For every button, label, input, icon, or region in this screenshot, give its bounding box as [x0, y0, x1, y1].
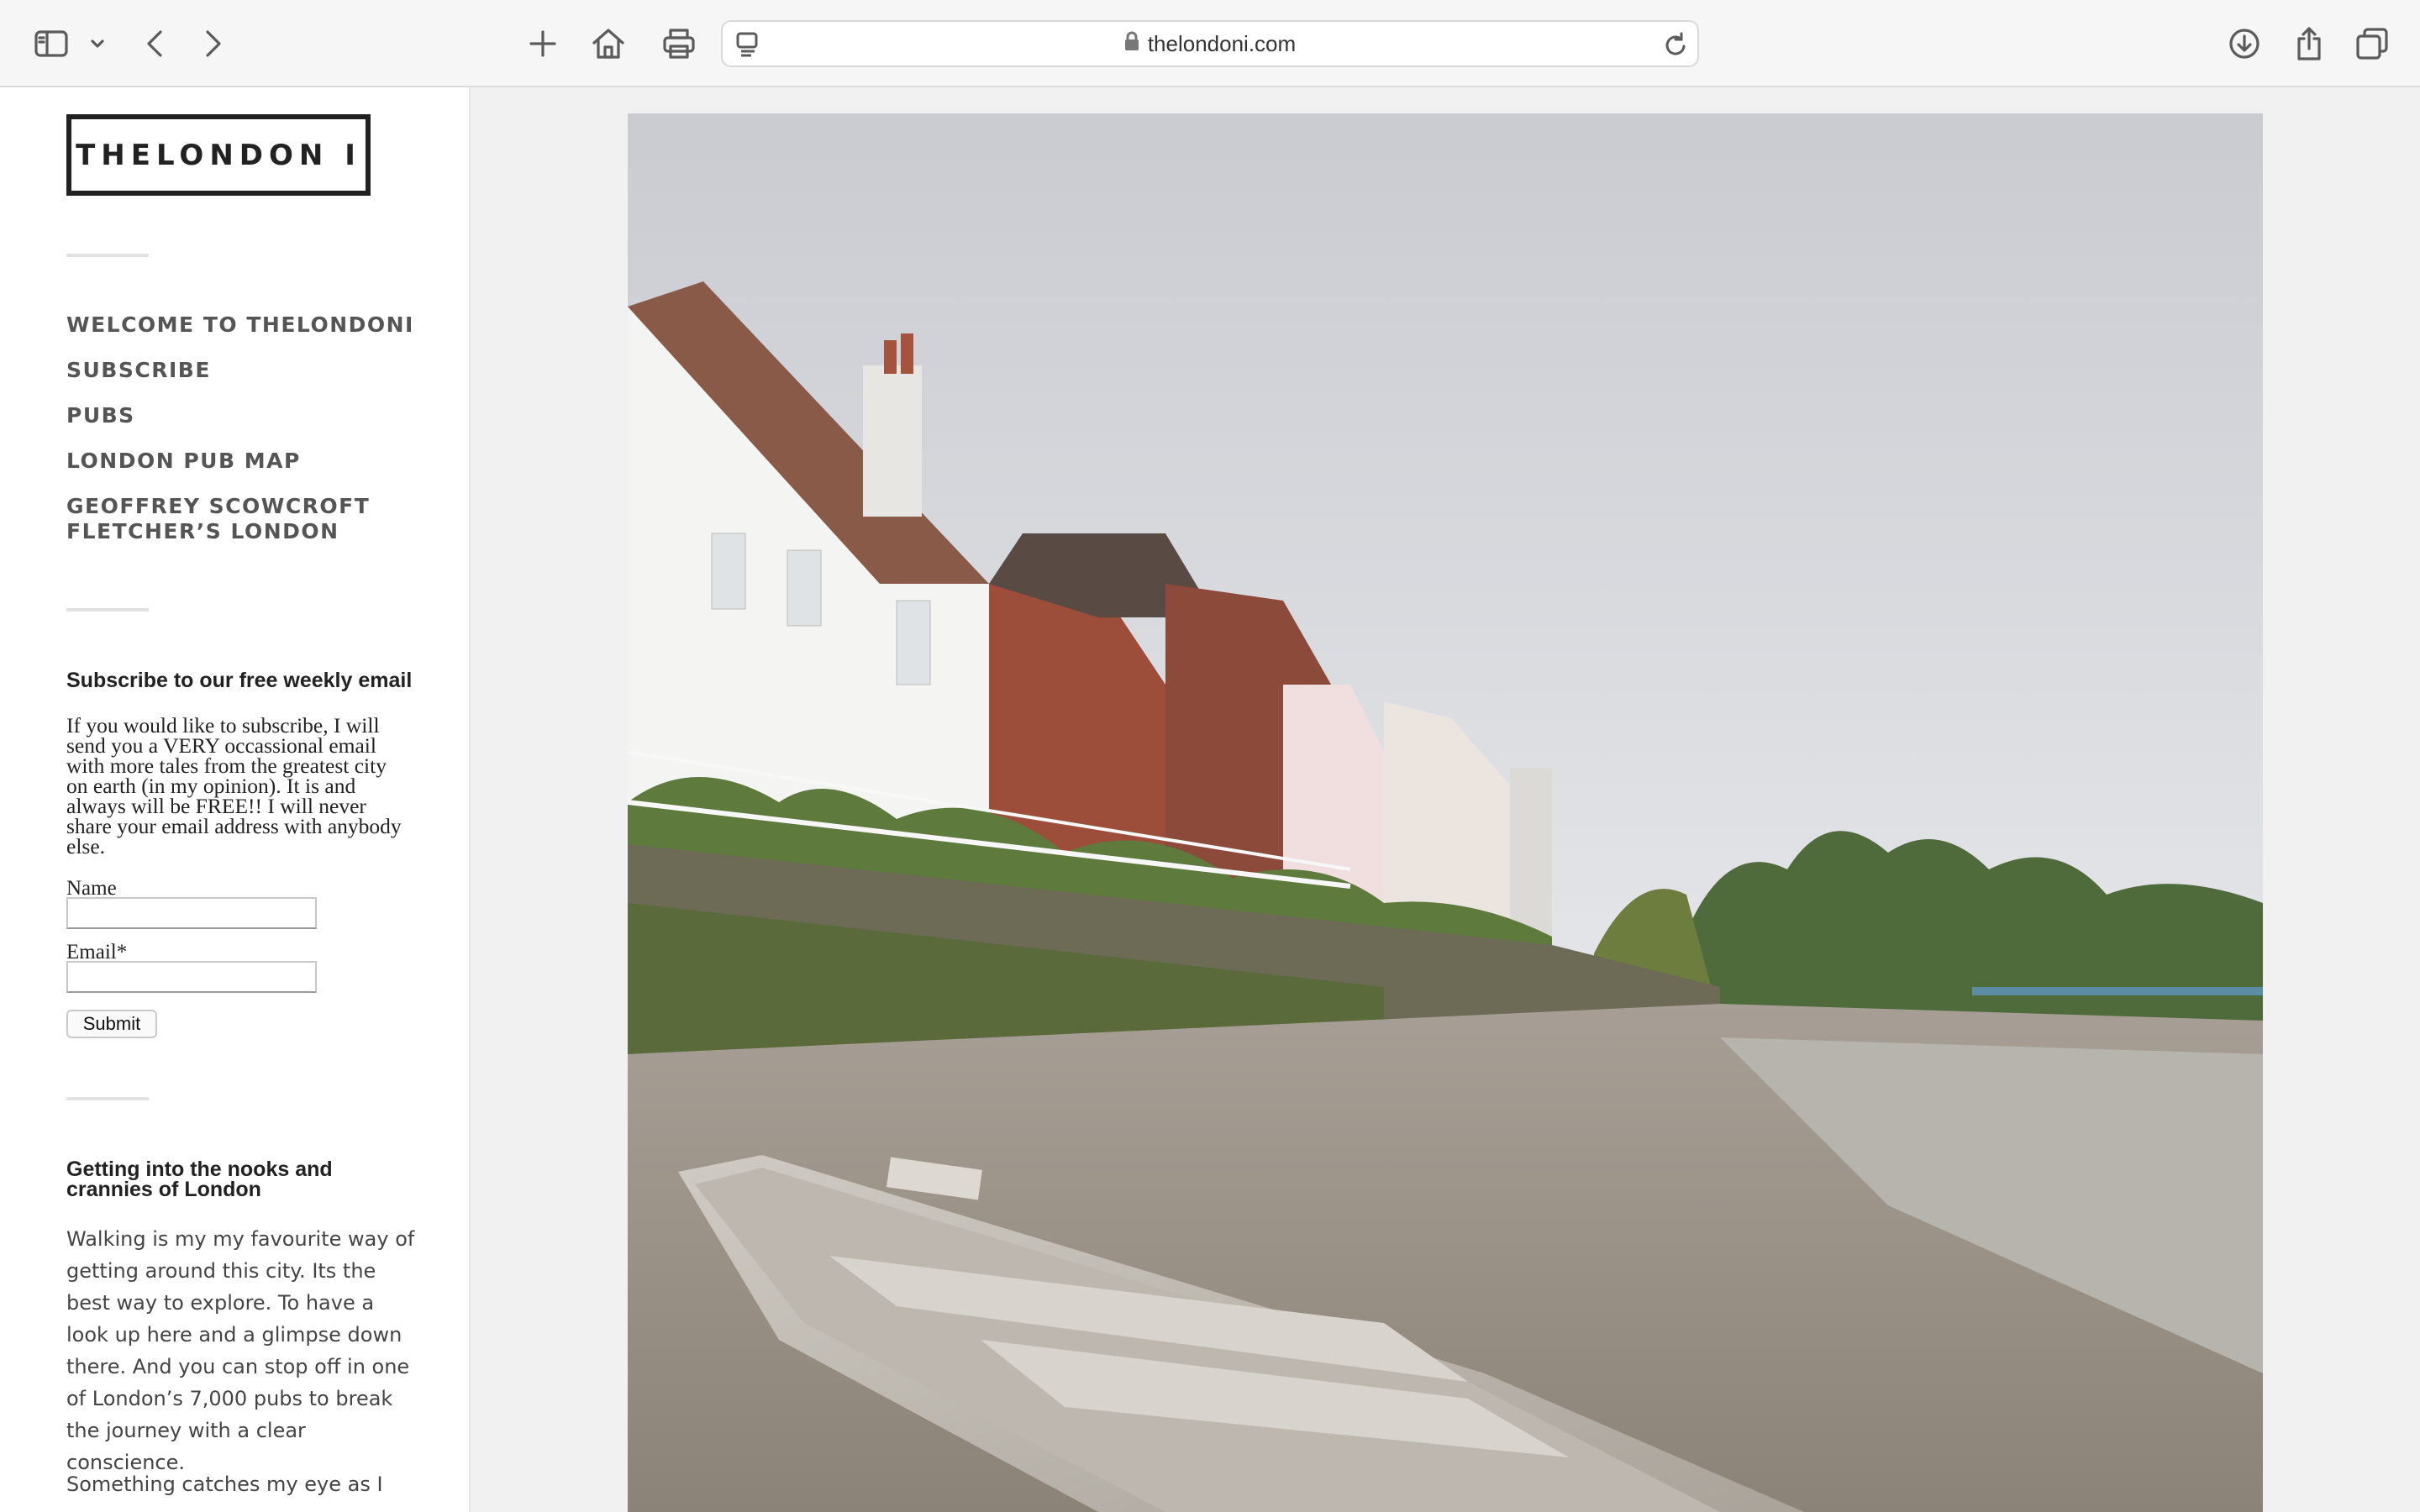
tabs-icon[interactable] — [2353, 24, 2391, 64]
print-icon[interactable] — [660, 24, 697, 64]
sidebar-icon[interactable] — [32, 24, 71, 64]
name-field[interactable] — [66, 897, 317, 929]
nav-item-pub-map[interactable]: LONDON PUB MAP — [66, 449, 436, 474]
email-field[interactable] — [66, 961, 317, 993]
url-text: thelondoni.com — [1147, 30, 1297, 56]
nooks-title: Getting into the nooks and crannies of L… — [66, 1158, 333, 1201]
main-content — [471, 87, 2420, 1512]
featured-photo — [628, 113, 2263, 1512]
home-icon[interactable] — [590, 24, 627, 64]
browser-toolbar: thelondoni.com — [0, 0, 2420, 87]
divider — [66, 608, 149, 612]
back-icon[interactable] — [139, 24, 170, 64]
address-bar[interactable]: thelondoni.com — [721, 20, 1699, 67]
new-tab-icon[interactable] — [526, 24, 560, 64]
reload-icon[interactable] — [1664, 31, 1689, 62]
url-field[interactable]: thelondoni.com — [723, 22, 1697, 66]
forward-icon[interactable] — [198, 24, 229, 64]
divider — [66, 254, 149, 257]
site-nav: WELCOME TO THELONDONI SUBSCRIBE PUBS LON… — [66, 312, 436, 544]
nav-item-subscribe[interactable]: SUBSCRIBE — [66, 358, 436, 383]
lock-icon — [1124, 31, 1139, 57]
site-sidebar: THELONDON I WELCOME TO THELONDONI SUBSCR… — [0, 87, 471, 1512]
subscribe-text: If you would like to subscribe, I will s… — [66, 713, 402, 858]
nav-item-welcome[interactable]: WELCOME TO THELONDONI — [66, 312, 436, 338]
submit-button[interactable]: Submit — [66, 1010, 157, 1038]
subscribe-title: Subscribe to our free weekly email — [66, 669, 413, 692]
chevron-down-icon[interactable] — [87, 24, 108, 64]
nav-item-pubs[interactable]: PUBS — [66, 403, 436, 428]
divider — [66, 1097, 149, 1100]
nooks-paragraph-2: Something catches my eye as I — [66, 1473, 383, 1496]
site-logo[interactable]: THELONDON I — [66, 114, 371, 196]
nooks-paragraph: Walking is my my favourite way of gettin… — [66, 1227, 415, 1474]
nav-item-fletcher[interactable]: GEOFFREY SCOWCROFT FLETCHER’S LONDON — [66, 494, 436, 544]
download-icon[interactable] — [2225, 24, 2264, 64]
share-icon[interactable] — [2291, 24, 2328, 64]
